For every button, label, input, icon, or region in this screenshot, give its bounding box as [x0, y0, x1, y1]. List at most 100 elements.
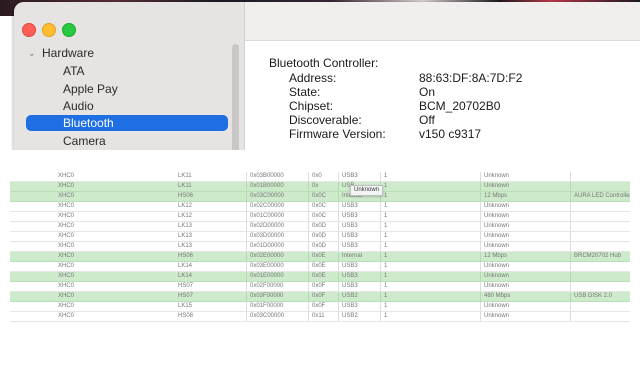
location-id-cell: 0x03B00000	[246, 172, 284, 181]
port-name-cell: LK14	[178, 273, 193, 279]
connector-type-cell: USB2	[338, 312, 358, 321]
count-cell: 1	[380, 232, 387, 241]
usb-port-table: XHC0 LK11 0x03B00000 0x0 USB3 1 Unknown XHC0 LK1…	[10, 168, 630, 368]
port-name-cell: HS08	[178, 313, 194, 319]
sidebar-item-apple-pay[interactable]: Apple Pay	[26, 81, 228, 97]
speed-cell: Unknown	[480, 302, 509, 311]
port-number-cell: 0x0D	[308, 242, 326, 251]
table-row[interactable]: XHC0 LK13 0x02D00000 0x0D USB3 1 Unknown	[10, 222, 630, 232]
port-name-cell: HS07	[178, 283, 194, 289]
count-cell: 1	[380, 202, 387, 211]
speed-cell: Unknown	[480, 262, 509, 271]
sidebar-item-camera[interactable]: Camera	[26, 133, 228, 149]
connector-type-cell: USB3	[338, 172, 358, 181]
connector-type-cell: USB3	[338, 232, 358, 241]
port-number-cell: 0x0C	[308, 202, 326, 211]
port-name-cell: LK12	[178, 213, 193, 219]
table-row[interactable]: XHC0 HS06 0x03C00000 0x0C Internal 1 12 Mbps AU…	[10, 192, 630, 202]
controller-cell: XHC0	[58, 253, 75, 259]
table-row[interactable]: XHC0 LK11 0x01B00000 0x USB 1 Unknown	[10, 182, 630, 192]
table-row[interactable]: XHC0 LK13 0x03D00000 0x0D USB3 1 Unknown	[10, 232, 630, 242]
location-id-cell: 0x03C00000	[246, 312, 284, 321]
count-cell: 1	[380, 172, 387, 181]
controller-cell: XHC0	[58, 233, 75, 239]
section-heading: Bluetooth Controller:	[269, 56, 379, 70]
content-toolbar	[245, 2, 640, 41]
property-value: Off	[419, 113, 435, 127]
controller-cell: XHC0	[58, 183, 75, 189]
device-name-cell	[570, 232, 574, 241]
location-id-cell: 0x02F00000	[246, 282, 283, 291]
speed-cell: 480 Mbps	[480, 292, 510, 301]
device-name-cell	[570, 262, 574, 271]
port-number-cell: 0x0F	[308, 292, 325, 301]
count-cell: 1	[380, 312, 387, 321]
connector-type-cell: USB2	[338, 292, 358, 301]
count-cell: 1	[380, 272, 387, 281]
count-cell: 1	[380, 212, 387, 221]
sidebar-item-audio[interactable]: Audio	[26, 98, 228, 114]
sidebar-item-ata[interactable]: ATA	[26, 63, 228, 79]
location-id-cell: 0x01D00000	[246, 242, 284, 251]
speed-cell: Unknown	[480, 272, 509, 281]
port-name-cell: HS06	[178, 193, 194, 199]
property-row-address: Address: 88:63:DF:8A:7D:F2	[289, 71, 640, 86]
port-number-cell: 0x0	[308, 172, 322, 181]
port-number-cell: 0x0D	[308, 232, 326, 241]
table-row[interactable]: XHC0 HS06 0x02E00000 0x0E Internal 1 12 Mbps BR…	[10, 252, 630, 262]
table-row[interactable]: XHC0 HS08 0x03C00000 0x11 USB2 1 Unknown	[10, 312, 630, 322]
sidebar-scrollbar[interactable]	[232, 44, 239, 150]
count-cell: 1	[380, 302, 387, 311]
table-row[interactable]: XHC0 LK12 0x01C00000 0x0C USB3 1 Unknown	[10, 212, 630, 222]
table-row[interactable]: XHC0 HS07 0x03F00000 0x0F USB2 1 480 Mbps USB D…	[10, 292, 630, 302]
controller-cell: XHC0	[58, 173, 75, 179]
controller-cell: XHC0	[58, 243, 75, 249]
connector-type-cell: USB3	[338, 202, 358, 211]
device-name-cell	[570, 312, 574, 321]
minimize-window-button[interactable]	[42, 23, 56, 37]
details-pane: Bluetooth Controller: Address: 88:63:DF:…	[245, 41, 640, 150]
port-name-cell: HS06	[178, 253, 194, 259]
chevron-down-icon[interactable]: ⌄	[28, 48, 38, 59]
connector-type-cell: USB3	[338, 262, 358, 271]
close-window-button[interactable]	[22, 23, 36, 37]
speed-cell: Unknown	[480, 232, 509, 241]
sidebar: ⌄ Hardware ATA Apple Pay Audio Bluetooth…	[14, 2, 245, 150]
connector-type-cell: USB3	[338, 282, 358, 291]
location-id-cell: 0x01C00000	[246, 212, 284, 221]
zoom-window-button[interactable]	[62, 23, 76, 37]
speed-cell: Unknown	[480, 242, 509, 251]
port-name-cell: LK15	[178, 303, 193, 309]
device-name-cell	[570, 242, 574, 251]
property-key: State:	[289, 85, 321, 99]
table-row[interactable]: XHC0 HS07 0x02F00000 0x0F USB3 1 Unknown	[10, 282, 630, 292]
connector-type-cell: USB3	[338, 302, 358, 311]
controller-cell: XHC0	[58, 213, 75, 219]
location-id-cell: 0x01B00000	[246, 182, 284, 191]
property-value: On	[419, 85, 436, 99]
location-id-cell: 0x02C00000	[246, 202, 284, 211]
table-row[interactable]: XHC0 LK14 0x03E00000 0x0E USB3 1 Unknown	[10, 262, 630, 272]
port-name-cell: LK12	[178, 203, 193, 209]
port-name-cell: LK13	[178, 223, 193, 229]
property-key: Firmware Version:	[289, 127, 386, 141]
table-row[interactable]: XHC0 LK11 0x03B00000 0x0 USB3 1 Unknown	[10, 172, 630, 182]
location-id-cell: 0x01E00000	[246, 272, 284, 281]
count-cell: 1	[380, 222, 387, 231]
port-name-cell: HS07	[178, 293, 194, 299]
sidebar-item-bluetooth[interactable]: Bluetooth	[26, 115, 228, 131]
table-row[interactable]: XHC0 LK15 0x01F00000 0x0F USB3 1 Unknown	[10, 302, 630, 312]
port-name-cell: LK13	[178, 233, 193, 239]
location-id-cell: 0x03D00000	[246, 232, 284, 241]
device-name-cell	[570, 172, 574, 181]
location-id-cell: 0x03C00000	[246, 192, 284, 201]
table-row[interactable]: XHC0 LK12 0x02C00000 0x0C USB3 1 Unknown	[10, 202, 630, 212]
port-number-cell: 0x0C	[308, 192, 326, 201]
table-row[interactable]: XHC0 LK14 0x01E00000 0x0E USB3 1 Unknown	[10, 272, 630, 282]
table-row[interactable]: XHC0 LK13 0x01D00000 0x0D USB3 1 Unknown	[10, 242, 630, 252]
sidebar-group-hardware[interactable]: ⌄ Hardware	[28, 45, 94, 61]
connector-type-cell: USB3	[338, 212, 358, 221]
port-number-cell: 0x0F	[308, 302, 325, 311]
device-name-cell	[570, 302, 574, 311]
property-key: Address:	[289, 71, 337, 85]
